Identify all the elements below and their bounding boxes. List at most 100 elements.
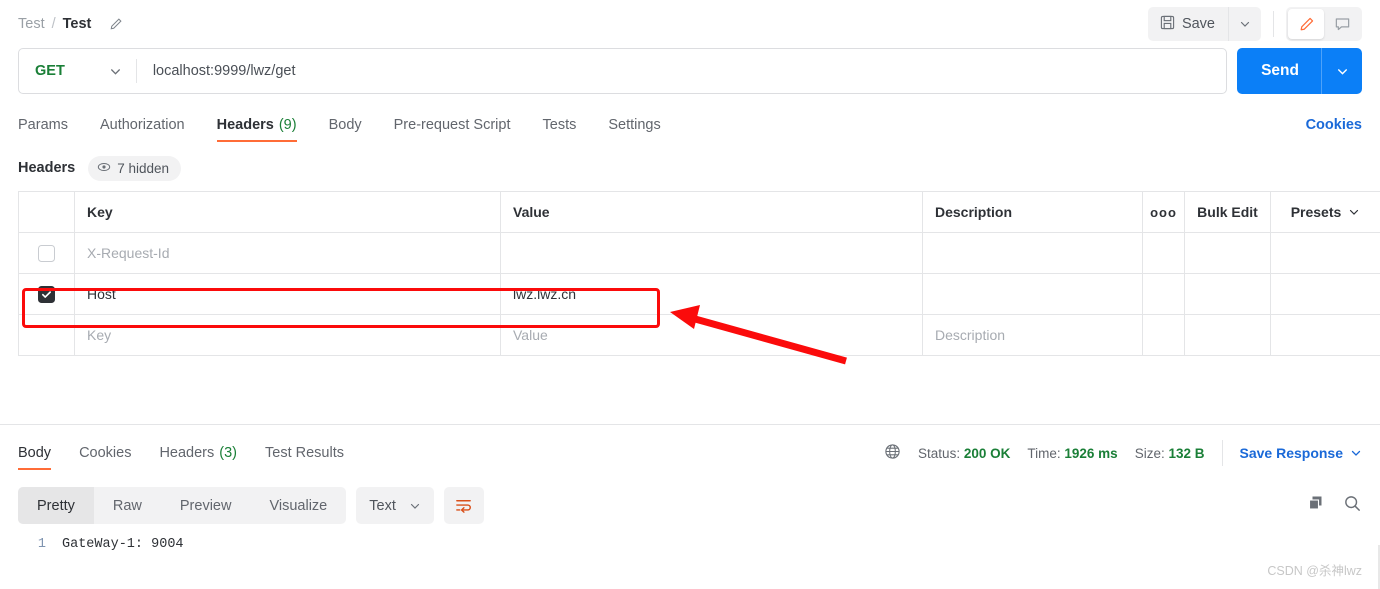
row-spacer-1: [1184, 232, 1271, 274]
line-number: 1: [37, 537, 46, 552]
row-description-placeholder[interactable]: Description: [922, 314, 1143, 356]
row-checkbox-cell[interactable]: [18, 314, 75, 356]
presets-label: Presets: [1290, 204, 1342, 220]
tab-label: Cookies: [79, 445, 132, 461]
row-actions[interactable]: [1142, 314, 1185, 356]
save-response-button[interactable]: Save Response: [1240, 445, 1363, 461]
row-value-placeholder[interactable]: Value: [500, 314, 923, 356]
pencil-icon: [1300, 17, 1313, 30]
body-toolbar-actions: [1307, 494, 1362, 518]
chevron-down-icon: [110, 68, 120, 75]
status-group: Status: 200 OK: [918, 446, 1010, 461]
header-select-all[interactable]: [18, 191, 75, 233]
bulk-edit-button[interactable]: Bulk Edit: [1184, 191, 1271, 233]
tab-pre-request-script[interactable]: Pre-request Script: [394, 108, 511, 142]
response-divider: [0, 424, 1380, 425]
url-bar: GET Send: [0, 48, 1380, 94]
row-value[interactable]: lwz.lwz.cn: [500, 273, 923, 315]
response-tab-body[interactable]: Body: [18, 436, 52, 470]
column-header-key: Key: [74, 191, 501, 233]
response-tab-test-results[interactable]: Test Results: [265, 436, 344, 470]
status-label: Status:: [918, 445, 961, 461]
cookies-link[interactable]: Cookies: [1306, 117, 1362, 133]
row-checkbox[interactable]: [38, 285, 55, 303]
row-checkbox-cell[interactable]: [18, 232, 75, 274]
row-value[interactable]: [500, 232, 923, 274]
row-spacer-2: [1270, 273, 1380, 315]
word-wrap-icon: [456, 500, 472, 513]
row-checkbox-cell[interactable]: [18, 273, 75, 315]
save-response-label: Save Response: [1239, 445, 1344, 461]
row-actions[interactable]: [1142, 232, 1185, 274]
headers-label: Headers: [18, 160, 76, 176]
table-header-row: Key Value Description ooo Bulk Edit Pres…: [18, 191, 1380, 233]
row-description[interactable]: [922, 273, 1143, 315]
postman-window: Test / Test Save GET localhost:9999/lwz/…: [0, 0, 1380, 589]
presets-button[interactable]: Presets: [1270, 191, 1380, 233]
tab-headers[interactable]: Headers (9): [216, 108, 297, 142]
save-options-button[interactable]: [1228, 7, 1261, 41]
chevron-down-icon: [1337, 68, 1347, 75]
send-options-button[interactable]: [1321, 48, 1362, 94]
comment-button[interactable]: [1324, 9, 1360, 39]
response-status-bar: Status: 200 OK Time: 1926 ms Size: 132 B…: [884, 440, 1362, 466]
save-button-label: Save: [1181, 16, 1215, 32]
hidden-headers-toggle[interactable]: 7 hidden: [88, 155, 182, 181]
breadcrumb-request[interactable]: Test: [63, 16, 92, 32]
row-key[interactable]: X-Request-Id: [74, 232, 501, 274]
body-view-pretty[interactable]: Pretty: [18, 487, 94, 524]
chevron-down-icon: [1240, 21, 1250, 27]
save-button[interactable]: Save: [1148, 7, 1228, 41]
tab-label: Body: [18, 445, 52, 461]
response-tab-cookies[interactable]: Cookies: [79, 436, 131, 470]
tab-label: Headers: [216, 117, 274, 133]
tab-body[interactable]: Body: [329, 108, 362, 142]
time-group: Time: 1926 ms: [1027, 446, 1117, 461]
body-view-visualize[interactable]: Visualize: [250, 487, 346, 524]
pencil-icon[interactable]: [108, 17, 123, 32]
tab-settings[interactable]: Settings: [608, 108, 660, 142]
tab-label: Tests: [542, 117, 577, 133]
breadcrumb-separator: /: [51, 16, 56, 32]
tab-count: (9): [278, 117, 297, 133]
line-text[interactable]: GateWay-1: 9004: [62, 537, 184, 552]
row-checkbox[interactable]: [38, 244, 55, 262]
search-icon[interactable]: [1343, 494, 1362, 518]
response-tab-headers[interactable]: Headers (3): [159, 436, 237, 470]
tab-tests[interactable]: Tests: [543, 108, 577, 142]
row-key-placeholder[interactable]: Key: [74, 314, 501, 356]
body-format-selector[interactable]: Text: [356, 487, 434, 524]
response-body-content: 1 GateWay-1: 9004: [0, 537, 1380, 589]
chevron-down-icon: [1350, 209, 1359, 215]
top-bar-actions: Save: [1147, 7, 1362, 41]
bulk-edit-label: Bulk Edit: [1197, 204, 1258, 220]
body-view-raw[interactable]: Raw: [94, 487, 161, 524]
top-bar: Test / Test Save: [0, 0, 1380, 48]
globe-icon: [884, 443, 901, 463]
row-actions[interactable]: [1142, 273, 1185, 315]
send-button[interactable]: Send: [1237, 62, 1321, 80]
edit-mode-button[interactable]: [1288, 9, 1324, 39]
row-key[interactable]: Host: [74, 273, 501, 315]
more-options-button[interactable]: ooo: [1142, 191, 1185, 233]
body-view-preview[interactable]: Preview: [161, 487, 251, 524]
size-value: 132 B: [1168, 445, 1205, 461]
tab-params[interactable]: Params: [18, 108, 68, 142]
headers-title-row: Headers 7 hidden: [0, 155, 1380, 181]
method-selector[interactable]: GET: [19, 49, 136, 93]
row-spacer-1: [1184, 273, 1271, 315]
body-format-label: Text: [369, 497, 396, 514]
url-input[interactable]: [136, 63, 1227, 79]
copy-icon[interactable]: [1307, 494, 1325, 517]
tab-label: Authorization: [99, 117, 185, 133]
tab-count: (3): [219, 445, 237, 461]
time-label: Time:: [1027, 445, 1061, 461]
word-wrap-button[interactable]: [443, 487, 484, 524]
request-tabs: Params Authorization Headers (9) Body Pr…: [0, 108, 1380, 142]
tab-authorization[interactable]: Authorization: [100, 108, 185, 142]
chevron-down-icon: [1351, 450, 1361, 456]
table-row: X-Request-Id: [18, 232, 1380, 274]
row-description[interactable]: [922, 232, 1143, 274]
breadcrumb-collection[interactable]: Test: [18, 16, 45, 32]
save-button-group: Save: [1147, 7, 1261, 41]
